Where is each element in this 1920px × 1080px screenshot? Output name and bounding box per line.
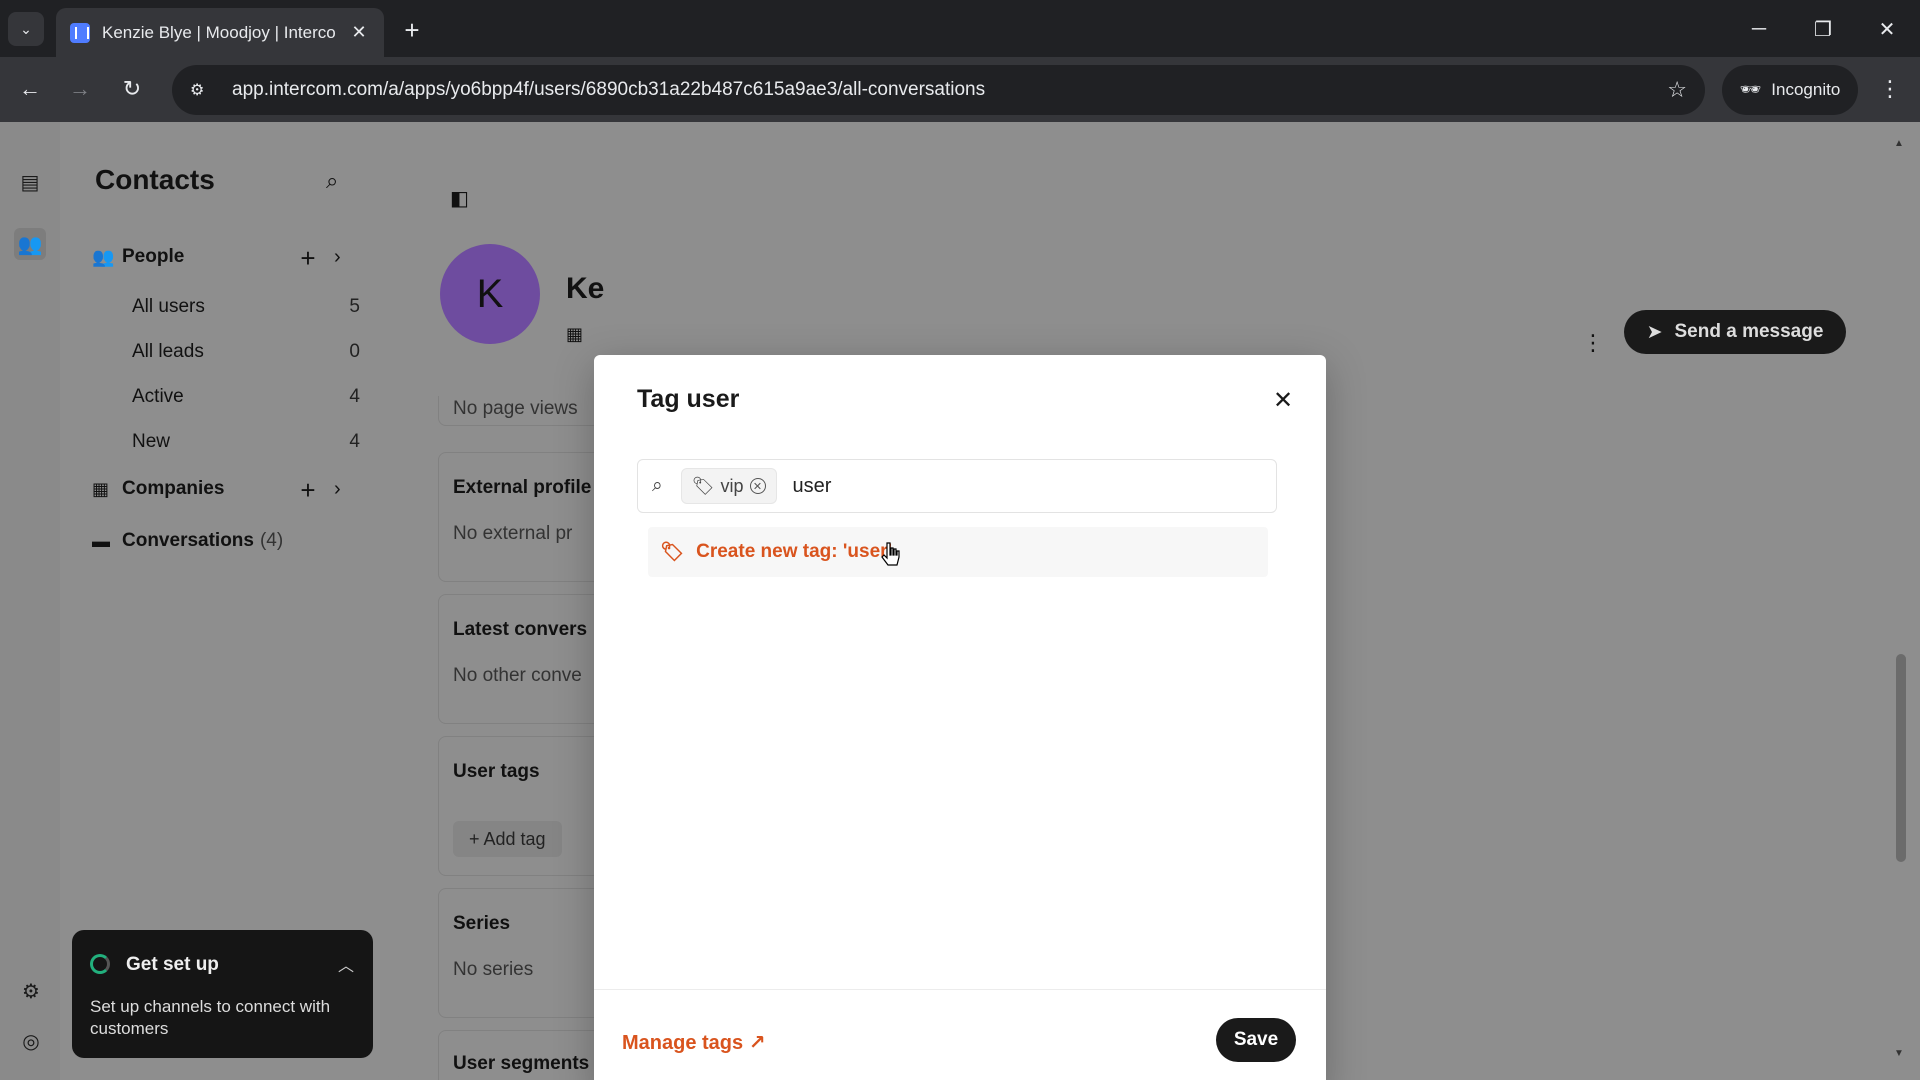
sidebar-item-all-leads[interactable]: All leads 0 (132, 341, 360, 363)
sidebar-item-label: Active (132, 386, 184, 407)
sidebar-toggle-icon[interactable]: ◧ (450, 186, 469, 211)
browser-tab-bar: ⌄ Kenzie Blye | Moodjoy | Interco ✕ + ─ … (0, 0, 1920, 57)
app-content: ▤ 👥 ⚙ ◎ Contacts ⌕ 👥 People + › All user… (0, 122, 1920, 1080)
create-new-tag-label: Create new tag: 'user' (696, 541, 893, 562)
people-section[interactable]: 👥 People (92, 246, 184, 268)
chevron-right-icon[interactable]: › (334, 478, 341, 501)
browser-menu-icon[interactable]: ⋮ (1872, 71, 1908, 107)
card-subtitle: No series (453, 959, 534, 980)
conversations-label: Conversations (122, 530, 254, 551)
save-button[interactable]: Save (1216, 1018, 1296, 1062)
people-icon: 👥 (92, 246, 115, 267)
chevron-right-icon[interactable]: › (334, 246, 341, 269)
modal-title: Tag user (637, 385, 740, 413)
sidebar-item-label: New (132, 431, 171, 452)
scroll-up-arrow-icon[interactable]: ▲ (1894, 138, 1904, 149)
get-set-up-card[interactable]: Get set up ︿ Set up channels to connect … (72, 930, 373, 1058)
tag-chip: 🏷 vip ✕ (680, 468, 777, 504)
add-tag-button[interactable]: + Add tag (453, 821, 562, 857)
card-title: Series (453, 913, 511, 934)
forward-arrow-icon[interactable]: → (62, 71, 98, 107)
contacts-title: Contacts (95, 164, 215, 195)
tab-title: Kenzie Blye | Moodjoy | Interco (102, 22, 336, 42)
tag-icon: 🏷 (660, 542, 685, 563)
left-rail: ▤ 👥 ⚙ ◎ (0, 122, 60, 1080)
browser-toolbar: ← → ↻ ⚙ app.intercom.com/a/apps/yo6bpp4f… (0, 57, 1920, 122)
incognito-label: Incognito (1771, 80, 1841, 99)
sidebar-item-label: All leads (132, 341, 204, 362)
tab-list-button[interactable]: ⌄ (8, 12, 44, 46)
browser-tab-active[interactable]: Kenzie Blye | Moodjoy | Interco ✕ (56, 8, 384, 57)
sidebar-item-count: 5 (349, 296, 360, 317)
add-people-button[interactable]: + (294, 243, 322, 273)
mouse-cursor-icon (881, 542, 900, 566)
get-set-up-title: Get set up (126, 954, 219, 975)
user-status-icon[interactable]: ◎ (18, 1028, 44, 1054)
incognito-icon: 🕶 (1739, 80, 1762, 99)
conversations-icon: ▬ (92, 530, 110, 551)
restore-icon[interactable]: ❐ (1798, 12, 1848, 46)
reload-icon[interactable]: ↻ (114, 71, 150, 107)
create-new-tag-option[interactable]: 🏷 Create new tag: 'user' (648, 527, 1268, 577)
card-title: User segments (453, 1053, 590, 1074)
window-close-icon[interactable]: ✕ (1862, 12, 1912, 46)
tag-user-modal: Tag user ✕ ⌕ 🏷 vip ✕ user 🏷 Create new t… (594, 355, 1326, 1080)
tag-icon: 🏷 (691, 475, 715, 496)
sidebar-item-active[interactable]: Active 4 (132, 386, 360, 408)
avatar: K (440, 244, 540, 344)
progress-ring-icon (90, 954, 110, 974)
tag-chip-label: vip (720, 475, 744, 496)
settings-gear-icon[interactable]: ⚙ (18, 978, 44, 1004)
tag-input-value[interactable]: user (793, 475, 832, 498)
intercom-favicon-icon (70, 22, 90, 43)
card-title: External profile (453, 477, 592, 498)
close-icon[interactable]: ✕ (1268, 385, 1298, 415)
companies-label: Companies (122, 478, 225, 499)
scroll-down-arrow-icon[interactable]: ▼ (1894, 1048, 1904, 1059)
sidebar-item-all-users[interactable]: All users 5 (132, 296, 360, 318)
new-tab-button[interactable]: + (396, 14, 428, 46)
companies-section[interactable]: ▦ Companies (92, 478, 224, 500)
incognito-button[interactable]: 🕶 Incognito (1722, 65, 1858, 115)
add-company-button[interactable]: + (294, 475, 322, 505)
sidebar-item-new[interactable]: New 4 (132, 431, 360, 453)
inbox-icon[interactable]: ▤ (14, 166, 46, 198)
card-title: User tags (453, 761, 540, 782)
sidebar-item-label: All users (132, 296, 205, 317)
tag-search-input[interactable]: ⌕ 🏷 vip ✕ user (637, 459, 1277, 513)
get-set-up-description: Set up channels to connect with customer… (90, 997, 331, 1038)
people-label: People (122, 246, 185, 267)
sidebar-item-count: 4 (349, 386, 360, 407)
card-subtitle: No other conve (453, 665, 582, 686)
chevron-up-icon[interactable]: ︿ (338, 952, 354, 976)
conversations-section[interactable]: ▬ Conversations (4) (92, 530, 283, 552)
bookmark-star-icon[interactable]: ☆ (1667, 77, 1687, 103)
back-arrow-icon[interactable]: ← (12, 71, 48, 107)
card-title: Latest convers (453, 619, 588, 640)
site-settings-icon[interactable]: ⚙ (190, 80, 218, 100)
user-name: Ke (566, 272, 605, 305)
search-icon[interactable]: ⌕ (326, 168, 338, 194)
tab-close-icon[interactable]: ✕ (348, 22, 370, 43)
address-bar[interactable]: ⚙ app.intercom.com/a/apps/yo6bpp4f/users… (172, 65, 1705, 115)
building-icon: ▦ (92, 478, 110, 499)
scrollbar[interactable] (1896, 654, 1906, 862)
sidebar-item-count: 4 (349, 431, 360, 452)
contacts-icon[interactable]: 👥 (14, 228, 46, 260)
url-text: app.intercom.com/a/apps/yo6bpp4f/users/6… (232, 79, 986, 100)
conversations-count: (4) (259, 530, 284, 551)
modal-footer: Manage tags ↗ Save (594, 989, 1326, 1080)
manage-tags-link[interactable]: Manage tags ↗ (622, 1030, 765, 1055)
more-options-icon[interactable]: ⋮ (1582, 330, 1604, 356)
page-views-text: No page views (453, 398, 578, 419)
card-subtitle: No external pr (453, 523, 573, 544)
minimize-icon[interactable]: ─ (1734, 12, 1784, 46)
sidebar-item-count: 0 (349, 341, 360, 362)
send-icon: ➤ (1646, 321, 1663, 343)
send-message-button[interactable]: ➤ Send a message (1624, 310, 1846, 354)
search-icon: ⌕ (652, 475, 663, 496)
company-icon: ▦ (566, 324, 584, 344)
remove-chip-icon[interactable]: ✕ (749, 478, 766, 494)
send-message-label: Send a message (1674, 321, 1824, 342)
